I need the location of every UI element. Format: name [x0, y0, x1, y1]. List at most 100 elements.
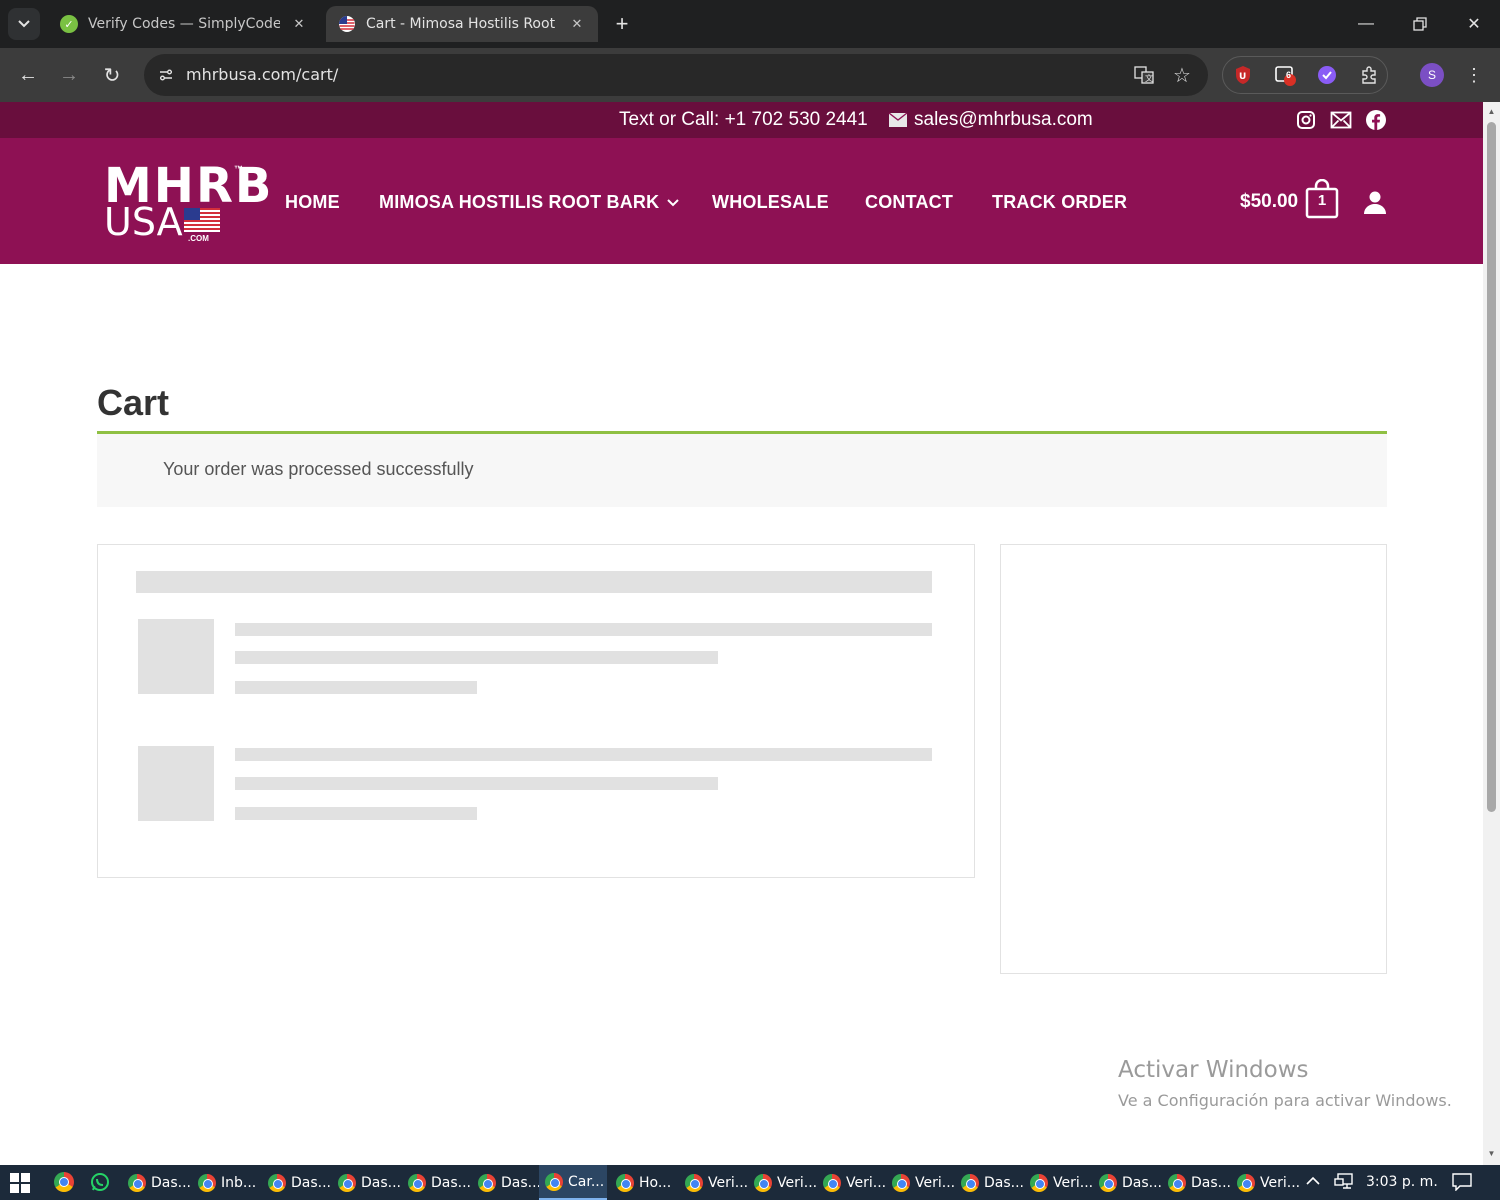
- extensions-group: U 6: [1222, 56, 1388, 94]
- taskbar-app[interactable]: Veri...: [679, 1165, 748, 1200]
- close-icon[interactable]: ✕: [290, 15, 308, 33]
- nav-track-order[interactable]: TRACK ORDER: [992, 192, 1127, 213]
- tab-search-button[interactable]: [8, 8, 40, 40]
- email-icon[interactable]: [1330, 109, 1352, 131]
- taskbar-app-label: Das...: [361, 1174, 402, 1191]
- browser-menu-icon[interactable]: ⋮: [1462, 62, 1486, 88]
- email-link[interactable]: sales@mhrbusa.com: [914, 109, 1093, 131]
- instagram-icon[interactable]: [1295, 109, 1317, 131]
- windows-taskbar: Das... Inb... Das... Das... Das... Das..…: [0, 1165, 1500, 1200]
- network-icon[interactable]: [1334, 1173, 1354, 1194]
- taskbar-app-label: Das...: [291, 1174, 332, 1191]
- chrome-icon: [408, 1173, 426, 1192]
- taskbar-app[interactable]: Das...: [402, 1165, 471, 1200]
- nav-mimosa-hostilis-root-bark[interactable]: MIMOSA HOSTILIS ROOT BARK: [379, 192, 680, 213]
- purple-extension-icon[interactable]: [1315, 63, 1339, 87]
- cart-count: 1: [1317, 192, 1327, 209]
- taskbar-app-label: Car...: [568, 1173, 605, 1190]
- reload-icon[interactable]: ↻: [96, 59, 128, 91]
- taskbar-app[interactable]: Das...: [1162, 1165, 1231, 1200]
- chrome-pinned-icon[interactable]: [54, 1172, 74, 1192]
- taskbar-app-label: Das...: [1191, 1174, 1232, 1191]
- translate-icon[interactable]: 文: [1132, 63, 1156, 87]
- simplycodes-check-icon: ✓: [60, 15, 78, 33]
- taskbar-app[interactable]: Das...: [1093, 1165, 1162, 1200]
- taskbar-app[interactable]: Das...: [332, 1165, 401, 1200]
- chrome-icon: [198, 1173, 216, 1192]
- chevron-down-icon: [18, 20, 30, 28]
- site-info-icon[interactable]: [150, 59, 182, 91]
- taskbar-app-label: Inb...: [221, 1174, 257, 1191]
- taskbar-app-label: Veri...: [846, 1174, 887, 1191]
- page-scrollbar[interactable]: ▲ ▼: [1483, 102, 1500, 1165]
- chrome-icon: [268, 1173, 286, 1192]
- us-flag-icon: [338, 15, 356, 33]
- scroll-down-icon[interactable]: ▼: [1487, 1150, 1496, 1158]
- taskbar-app-label: Veri...: [1260, 1174, 1301, 1191]
- scroll-up-icon[interactable]: ▲: [1487, 108, 1496, 116]
- scrollbar-thumb[interactable]: [1487, 122, 1496, 812]
- chrome-icon: [1099, 1173, 1117, 1192]
- minimize-icon[interactable]: —: [1352, 10, 1380, 38]
- windows-start-icon[interactable]: [10, 1173, 30, 1193]
- bookmark-star-icon[interactable]: ☆: [1170, 63, 1194, 87]
- taskbar-app[interactable]: Das...: [955, 1165, 1024, 1200]
- taskbar-app[interactable]: Veri...: [886, 1165, 955, 1200]
- nav-wholesale[interactable]: WHOLESALE: [712, 192, 829, 213]
- extension-badge-icon[interactable]: 6: [1273, 63, 1297, 87]
- taskbar-app[interactable]: Veri...: [817, 1165, 886, 1200]
- chrome-icon: [1030, 1173, 1048, 1192]
- chrome-icon: [478, 1173, 496, 1192]
- browser-toolbar: ← → ↻ mhrbusa.com/cart/ 文 ☆ U 6: [0, 48, 1500, 102]
- taskbar-app[interactable]: Veri...: [1231, 1165, 1300, 1200]
- back-arrow-icon[interactable]: ←: [12, 59, 44, 91]
- forward-arrow-icon[interactable]: →: [53, 59, 85, 91]
- tab-verify-codes[interactable]: ✓ Verify Codes — SimplyCodes ✕: [48, 6, 320, 42]
- restore-icon[interactable]: [1406, 10, 1434, 38]
- new-tab-button[interactable]: +: [608, 10, 636, 38]
- chrome-icon: [545, 1172, 563, 1191]
- tray-chevron-up-icon[interactable]: [1306, 1173, 1320, 1189]
- chrome-icon: [1168, 1173, 1186, 1192]
- address-bar[interactable]: mhrbusa.com/cart/ 文 ☆: [144, 54, 1208, 96]
- taskbar-app[interactable]: Veri...: [748, 1165, 817, 1200]
- taskbar-app-label: Das...: [1122, 1174, 1163, 1191]
- nav-label: MIMOSA HOSTILIS ROOT BARK: [379, 192, 660, 212]
- puzzle-piece-icon[interactable]: [1357, 63, 1381, 87]
- cart-totals-panel: [1000, 544, 1387, 974]
- nav-contact[interactable]: CONTACT: [865, 192, 953, 213]
- ublock-shield-icon[interactable]: U: [1231, 63, 1255, 87]
- taskbar-app[interactable]: Das...: [262, 1165, 331, 1200]
- taskbar-app[interactable]: Das...: [472, 1165, 541, 1200]
- facebook-icon[interactable]: [1365, 109, 1387, 131]
- watermark-title: Activar Windows: [1118, 1057, 1309, 1083]
- taskbar-clock[interactable]: 3:03 p. m.: [1366, 1174, 1438, 1190]
- close-icon[interactable]: ✕: [568, 15, 586, 33]
- web-page: Text or Call: +1 702 530 2441 sales@mhrb…: [0, 102, 1483, 1165]
- url-text[interactable]: mhrbusa.com/cart/: [186, 65, 338, 84]
- whatsapp-icon[interactable]: [90, 1172, 110, 1192]
- browser-tab-bar: ✓ Verify Codes — SimplyCodes ✕ Cart - Mi…: [0, 0, 1500, 48]
- chevron-down-icon: [667, 196, 680, 210]
- taskbar-app[interactable]: Veri...: [1024, 1165, 1093, 1200]
- taskbar-app-label: Ho...: [639, 1174, 672, 1191]
- skeleton-header-bar: [136, 571, 932, 593]
- taskbar-app[interactable]: Ho...: [610, 1165, 671, 1200]
- taskbar-app-active[interactable]: Car...: [539, 1165, 607, 1200]
- tab-cart[interactable]: Cart - Mimosa Hostilis Root Bar ✕: [326, 6, 598, 42]
- notifications-icon[interactable]: [1452, 1173, 1472, 1194]
- profile-avatar[interactable]: S: [1420, 63, 1444, 87]
- close-window-icon[interactable]: ✕: [1460, 10, 1488, 38]
- user-account-icon[interactable]: [1363, 190, 1387, 214]
- logo-dotcom: .COM: [188, 234, 209, 243]
- notice-message: Your order was processed successfully: [163, 459, 474, 479]
- phone-text[interactable]: Text or Call: +1 702 530 2441: [619, 109, 868, 131]
- chrome-icon: [823, 1173, 841, 1192]
- taskbar-app[interactable]: Das...: [122, 1165, 191, 1200]
- watermark-subtitle: Ve a Configuración para activar Windows.: [1118, 1091, 1452, 1110]
- taskbar-app[interactable]: Inb...: [192, 1165, 256, 1200]
- nav-home[interactable]: HOME: [285, 192, 340, 213]
- chrome-icon: [128, 1173, 146, 1192]
- site-logo[interactable]: MHRB ™ USA .COM: [104, 162, 271, 243]
- cart-total[interactable]: $50.00: [1240, 191, 1298, 213]
